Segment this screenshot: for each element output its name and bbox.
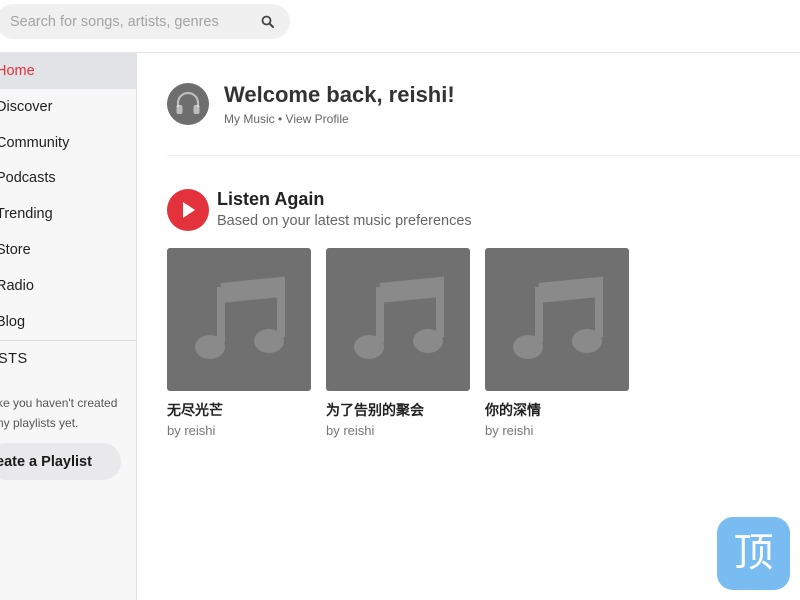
album-title[interactable]: 为了告别的聚会 — [326, 400, 470, 420]
sidebar-divider — [0, 340, 136, 341]
empty-note-line: ke you haven't created — [0, 396, 118, 410]
avatar[interactable] — [167, 83, 209, 125]
album-art[interactable] — [326, 248, 470, 391]
top-bar — [0, 0, 800, 53]
back-to-top-button[interactable]: 顶 — [717, 517, 790, 590]
headphones-icon — [176, 91, 200, 114]
back-to-top-label: 顶 — [733, 530, 774, 576]
empty-note-line: ny playlists yet. — [0, 416, 79, 430]
sidebar-item-label: Podcasts — [0, 170, 56, 186]
album-artist[interactable]: by reishi — [485, 423, 629, 438]
sidebar-item-label: Community — [0, 135, 70, 151]
sidebar-item-trending[interactable]: Trending — [0, 196, 136, 232]
search-icon[interactable] — [260, 14, 276, 30]
search-box[interactable] — [0, 4, 290, 39]
play-button[interactable] — [167, 189, 209, 231]
music-note-icon — [354, 276, 444, 359]
sidebar-item-store[interactable]: Store — [0, 232, 136, 268]
welcome-heading: Welcome back, reishi! — [224, 82, 455, 107]
playlists-heading: STS — [0, 351, 28, 367]
album-art[interactable] — [167, 248, 311, 391]
sidebar-item-podcasts[interactable]: Podcasts — [0, 160, 136, 196]
search-input[interactable] — [10, 4, 250, 39]
album-art[interactable] — [485, 248, 629, 391]
album-title[interactable]: 你的深情 — [485, 400, 629, 420]
empty-playlists-note: ke you haven't created ny playlists yet. — [0, 393, 137, 433]
sidebar-item-label: Store — [0, 242, 31, 258]
album-artist[interactable]: by reishi — [167, 423, 311, 438]
sidebar-item-label: Blog — [0, 314, 26, 330]
music-note-icon — [195, 276, 285, 359]
album-card[interactable]: 为了告别的聚会 by reishi — [326, 248, 470, 438]
album-artist[interactable]: by reishi — [326, 423, 470, 438]
music-note-icon — [513, 276, 603, 359]
sidebar-item-blog[interactable]: Blog — [0, 304, 136, 340]
sidebar-item-label: Trending — [0, 206, 53, 222]
profile-links[interactable]: My Music • View Profile — [224, 112, 349, 126]
section-subtitle: Based on your latest music preferences — [217, 213, 472, 229]
album-card[interactable]: 无尽光芒 by reishi — [167, 248, 311, 438]
main-content: Welcome back, reishi! My Music • View Pr… — [137, 53, 800, 600]
header-divider — [167, 155, 800, 156]
play-icon — [183, 202, 195, 218]
sidebar-item-community[interactable]: Community — [0, 125, 136, 161]
sidebar-item-label: Discover — [0, 99, 53, 115]
sidebar: Home Discover Community Podcasts Trendin… — [0, 53, 137, 600]
sidebar-item-home[interactable]: Home — [0, 53, 136, 89]
section-title: Listen Again — [217, 189, 325, 209]
album-card[interactable]: 你的深情 by reishi — [485, 248, 629, 438]
sidebar-item-label: Radio — [0, 278, 34, 294]
sidebar-item-radio[interactable]: Radio — [0, 268, 136, 304]
album-title[interactable]: 无尽光芒 — [167, 400, 311, 420]
sidebar-item-label: Home — [0, 63, 35, 79]
create-playlist-button[interactable]: eate a Playlist — [0, 443, 121, 480]
sidebar-item-discover[interactable]: Discover — [0, 89, 136, 125]
